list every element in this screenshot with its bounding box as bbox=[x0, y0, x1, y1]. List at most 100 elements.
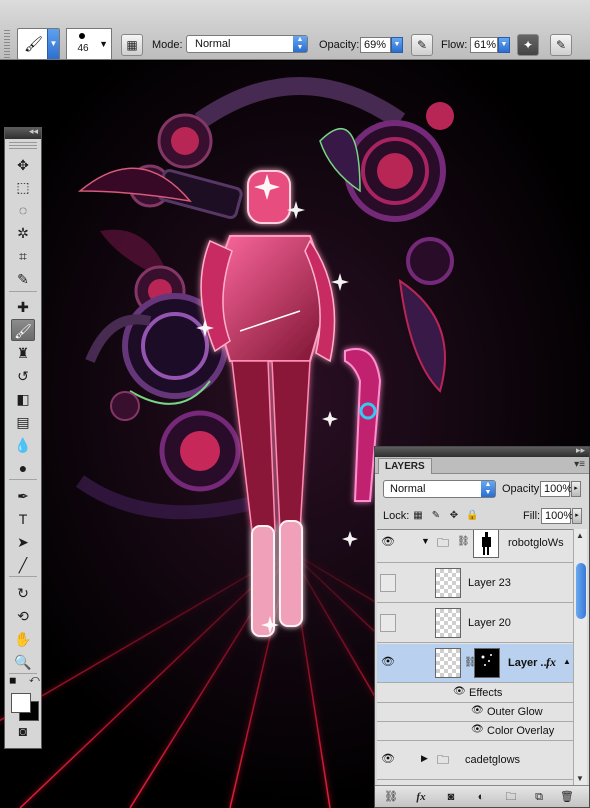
disclosure-triangle-icon[interactable]: ▶ bbox=[421, 753, 428, 764]
layer-thumbnail[interactable] bbox=[435, 568, 461, 598]
tool-separator bbox=[9, 576, 37, 577]
layer-thumbnail[interactable] bbox=[435, 648, 461, 678]
quick-mask-button[interactable]: ◙ bbox=[11, 720, 35, 742]
3d-orbit-tool[interactable]: ⟲ bbox=[11, 605, 35, 627]
opacity-slider-toggle[interactable]: ▼ bbox=[391, 37, 403, 53]
lock-position-icon[interactable]: ✥ bbox=[448, 510, 460, 522]
chevron-down-icon: ▼ bbox=[99, 39, 108, 49]
clone-stamp-tool[interactable]: ♜ bbox=[11, 342, 35, 364]
eyedropper-tool[interactable]: ✎ bbox=[11, 268, 35, 290]
hand-tool[interactable]: ✋ bbox=[11, 628, 35, 650]
scroll-up-icon[interactable]: ▲ bbox=[576, 531, 584, 540]
3d-rotate-tool[interactable]: ↻ bbox=[11, 582, 35, 604]
effects-row[interactable]: 👁 Effects bbox=[377, 684, 573, 703]
collapse-icon[interactable]: ▸▸ bbox=[576, 445, 585, 456]
add-mask-icon[interactable]: ◙ bbox=[443, 790, 459, 804]
zoom-tool[interactable]: 🔍 bbox=[11, 651, 35, 673]
layer-name: Layer 20 bbox=[468, 617, 511, 629]
visibility-toggle[interactable] bbox=[380, 614, 396, 632]
layer-row[interactable]: Layer 23 bbox=[377, 564, 573, 603]
options-bar-grip[interactable] bbox=[4, 30, 10, 58]
layer-row-selected[interactable]: 👁 ⛓ Layer ... fx ▲ bbox=[377, 644, 573, 683]
collapse-effects-icon[interactable]: ▲ bbox=[563, 657, 571, 666]
scrollbar-thumb[interactable] bbox=[576, 563, 586, 619]
fill-slider-toggle[interactable]: ▸ bbox=[572, 508, 582, 524]
flow-slider-toggle[interactable]: ▼ bbox=[498, 37, 510, 53]
layers-scrollbar[interactable]: ▲ ▼ bbox=[573, 529, 587, 785]
trash-icon[interactable]: 🗑 bbox=[559, 790, 575, 804]
type-tool[interactable]: T bbox=[11, 508, 35, 530]
layer-row[interactable]: Layer 20 bbox=[377, 604, 573, 643]
opacity-slider-toggle[interactable]: ▸ bbox=[571, 481, 581, 497]
fx-icon[interactable]: fx bbox=[413, 790, 429, 804]
layer-row-group[interactable]: 👁 ▶ 🗀 cadetglows bbox=[377, 741, 573, 780]
adjustment-layer-icon[interactable]: ◐ bbox=[473, 790, 489, 804]
line-tool[interactable]: ╱ bbox=[11, 554, 35, 576]
brush-size: 46 bbox=[77, 43, 89, 54]
layer-opacity-input[interactable]: 100% bbox=[540, 481, 572, 497]
visibility-toggle[interactable] bbox=[380, 574, 396, 592]
fx-icon[interactable]: fx bbox=[546, 655, 556, 670]
blend-mode-select[interactable]: Normal ▲ ▼ bbox=[383, 480, 496, 498]
tools-panel-grip[interactable] bbox=[9, 142, 37, 150]
layers-panel-titlebar[interactable]: ▸▸ bbox=[375, 445, 589, 457]
mode-select[interactable]: Normal ▲ ▼ bbox=[186, 35, 308, 53]
tab-layers[interactable]: LAYERS bbox=[378, 458, 432, 474]
blur-tool[interactable]: 💧 bbox=[11, 434, 35, 456]
eye-icon[interactable]: 👁 bbox=[380, 534, 396, 552]
eye-icon[interactable]: 👁 bbox=[380, 751, 396, 769]
path-selection-tool[interactable]: ➤ bbox=[11, 531, 35, 553]
layer-mask-thumbnail[interactable] bbox=[474, 648, 500, 678]
tablet-pressure-opacity-icon[interactable]: ✎ bbox=[411, 34, 433, 56]
marquee-tool[interactable]: ⬚ bbox=[11, 176, 35, 198]
lock-pixels-icon[interactable]: ✎ bbox=[430, 510, 442, 522]
magic-wand-tool[interactable]: ✲ bbox=[11, 222, 35, 244]
eye-icon[interactable]: 👁 bbox=[380, 654, 396, 672]
eye-icon[interactable]: 👁 bbox=[471, 705, 484, 716]
brush-panel-toggle-icon[interactable]: ▦ bbox=[121, 34, 143, 56]
opacity-label: Opacity: bbox=[319, 39, 360, 51]
new-layer-icon[interactable]: ⧉ bbox=[531, 790, 547, 804]
mode-value: Normal bbox=[195, 38, 231, 50]
move-tool[interactable]: ✥ bbox=[11, 154, 35, 176]
healing-brush-tool[interactable]: ✚ bbox=[11, 296, 35, 318]
eye-icon[interactable]: 👁 bbox=[453, 686, 466, 697]
foreground-color-swatch[interactable] bbox=[11, 693, 31, 713]
history-brush-tool[interactable]: ↺ bbox=[11, 365, 35, 387]
brush-picker[interactable]: 46 ▼ bbox=[66, 28, 112, 60]
dodge-tool[interactable]: ● bbox=[11, 457, 35, 479]
scroll-down-icon[interactable]: ▼ bbox=[576, 774, 584, 783]
lock-all-icon[interactable]: 🔒 bbox=[466, 510, 478, 522]
layer-row-group[interactable]: 👁 ▼ 🗀 ⛓ robotgloWs bbox=[377, 530, 573, 563]
flow-input[interactable]: 61% bbox=[470, 37, 498, 53]
group-mask-thumbnail[interactable] bbox=[473, 530, 499, 558]
lock-transparency-icon[interactable]: ▦ bbox=[412, 510, 424, 522]
crop-tool[interactable]: ⌗ bbox=[11, 245, 35, 267]
eye-icon[interactable]: 👁 bbox=[471, 724, 484, 735]
chevron-down-icon: ▼ bbox=[47, 29, 59, 59]
layer-name: Layer ... bbox=[508, 657, 550, 669]
opacity-input[interactable]: 69% bbox=[360, 37, 391, 53]
gradient-tool[interactable]: ▤ bbox=[11, 411, 35, 433]
figure-mask-icon bbox=[482, 532, 491, 555]
effect-row[interactable]: 👁 Outer Glow bbox=[377, 703, 573, 722]
default-colors-icon[interactable]: ◼ bbox=[9, 675, 16, 686]
effect-row[interactable]: 👁 Color Overlay bbox=[377, 722, 573, 741]
brush-tool[interactable]: 🖌 bbox=[11, 319, 35, 341]
tablet-pressure-size-icon[interactable]: ✎ bbox=[550, 34, 572, 56]
layer-thumbnail[interactable] bbox=[435, 608, 461, 638]
fill-input[interactable]: 100% bbox=[541, 508, 573, 524]
lasso-tool[interactable]: ◌ bbox=[11, 199, 35, 221]
new-group-icon[interactable]: 🗀 bbox=[503, 790, 519, 804]
stepper-arrows-icon: ▲ ▼ bbox=[481, 481, 495, 497]
swap-colors-icon[interactable]: ⤺ bbox=[29, 674, 40, 685]
pen-tool[interactable]: ✒ bbox=[11, 485, 35, 507]
airbrush-icon[interactable]: ✦ bbox=[517, 34, 539, 56]
collapse-icon[interactable]: ◂◂ bbox=[29, 126, 38, 137]
panel-menu-icon[interactable]: ▾≡ bbox=[574, 459, 585, 470]
disclosure-triangle-icon[interactable]: ▼ bbox=[421, 536, 430, 546]
eraser-tool[interactable]: ◧ bbox=[11, 388, 35, 410]
tools-panel-header[interactable]: ◂◂ bbox=[5, 126, 41, 139]
tool-preset-picker[interactable]: 🖌 ▼ bbox=[17, 28, 60, 60]
link-layers-icon[interactable]: ⛓ bbox=[383, 790, 399, 804]
